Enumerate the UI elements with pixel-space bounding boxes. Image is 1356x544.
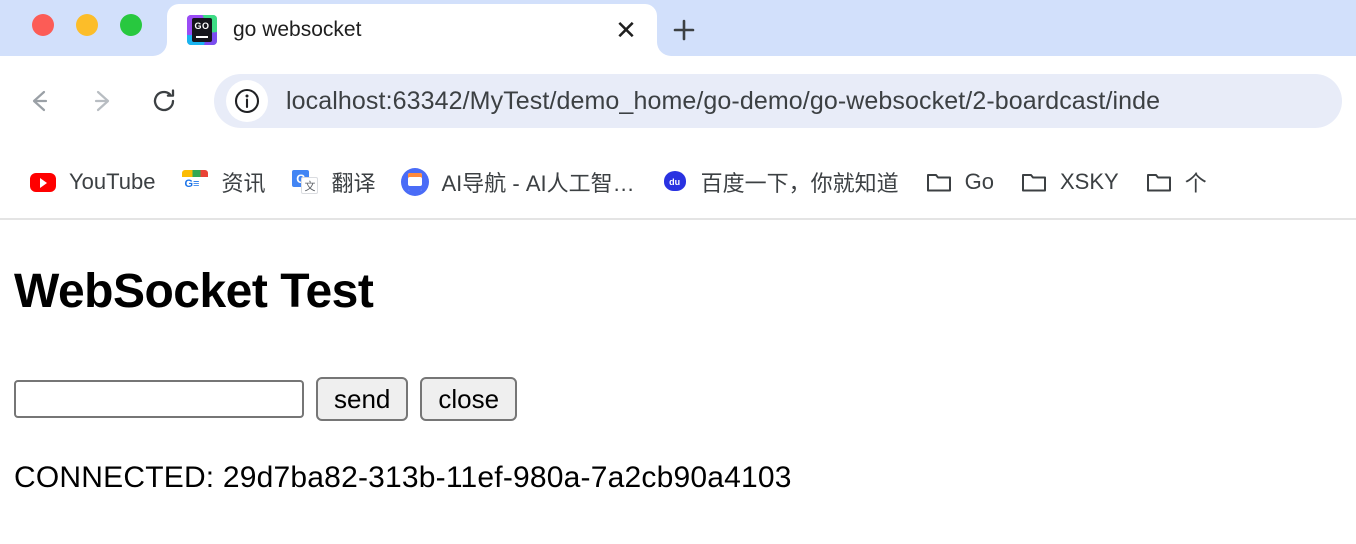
tab-title: go websocket (233, 18, 362, 41)
bookmark-label: AI导航 - AI人工智… (441, 171, 635, 196)
bookmark-folder-xsky[interactable]: XSKY (1007, 158, 1132, 206)
arrow-left-icon (32, 90, 48, 112)
window-maximize-button[interactable] (120, 14, 142, 36)
bookmark-ai-nav[interactable]: AI导航 - AI人工智… (388, 158, 647, 206)
bookmarks-bar: YouTube 资讯 G文 翻译 AI导航 - AI人工智… 百度一下，你就知道 (0, 146, 1356, 218)
youtube-icon (29, 168, 57, 196)
close-button[interactable]: close (420, 377, 518, 421)
toolbar-separator (0, 218, 1356, 220)
close-icon[interactable]: ✕ (609, 13, 643, 47)
tab-strip: GO go websocket ✕ (0, 0, 1356, 56)
page-title: WebSocket Test (14, 265, 374, 318)
back-button[interactable] (14, 75, 66, 127)
arrow-right-icon (94, 90, 110, 112)
bookmark-folder-personal[interactable]: 个 (1132, 158, 1220, 206)
info-circle-icon (234, 88, 260, 114)
browser-window: GO go websocket ✕ localhost:63342/MyTest… (0, 0, 1356, 544)
bookmark-google-news[interactable]: 资讯 (168, 158, 278, 206)
page-viewport: WebSocket Test send close CONNECTED: 29d… (0, 264, 1356, 544)
bookmark-label: 个 (1184, 171, 1207, 196)
bookmark-label: Go (964, 169, 994, 194)
tab-corner-left (153, 42, 167, 56)
bookmark-label: 翻译 (331, 171, 376, 196)
window-controls (32, 14, 142, 36)
folder-icon (925, 168, 953, 196)
navigation-toolbar: localhost:63342/MyTest/demo_home/go-demo… (0, 56, 1356, 146)
bookmark-baidu[interactable]: 百度一下，你就知道 (648, 158, 912, 206)
connection-status: CONNECTED: 29d7ba82-313b-11ef-980a-7a2cb… (14, 461, 792, 494)
new-tab-button[interactable] (662, 8, 706, 52)
bookmark-google-translate[interactable]: G文 翻译 (278, 158, 388, 206)
browser-tab-go-websocket[interactable]: GO go websocket ✕ (167, 4, 657, 56)
bookmark-folder-go[interactable]: Go (912, 158, 1007, 206)
address-bar[interactable]: localhost:63342/MyTest/demo_home/go-demo… (214, 74, 1342, 128)
plus-icon (673, 19, 695, 41)
forward-button[interactable] (76, 75, 128, 127)
bookmark-youtube[interactable]: YouTube (16, 158, 168, 206)
google-translate-icon: G文 (291, 168, 319, 196)
folder-icon (1020, 168, 1048, 196)
bookmark-label: XSKY (1059, 169, 1119, 194)
baidu-icon (661, 168, 689, 196)
goland-icon: GO (187, 15, 217, 45)
reload-icon (153, 89, 175, 112)
reload-button[interactable] (138, 75, 190, 127)
bookmark-label: YouTube (69, 169, 156, 194)
bookmark-label: 百度一下，你就知道 (700, 171, 899, 196)
bookmark-label: 资讯 (221, 171, 266, 196)
google-news-icon (181, 168, 209, 196)
send-button[interactable]: send (316, 377, 409, 421)
window-close-button[interactable] (32, 14, 54, 36)
message-input[interactable] (14, 380, 304, 418)
websocket-controls: send close (12, 377, 1344, 421)
url-text: localhost:63342/MyTest/demo_home/go-demo… (286, 86, 1161, 115)
site-info-icon[interactable] (226, 80, 268, 122)
folder-icon (1145, 168, 1173, 196)
window-minimize-button[interactable] (76, 14, 98, 36)
ai-nav-icon (401, 168, 430, 196)
